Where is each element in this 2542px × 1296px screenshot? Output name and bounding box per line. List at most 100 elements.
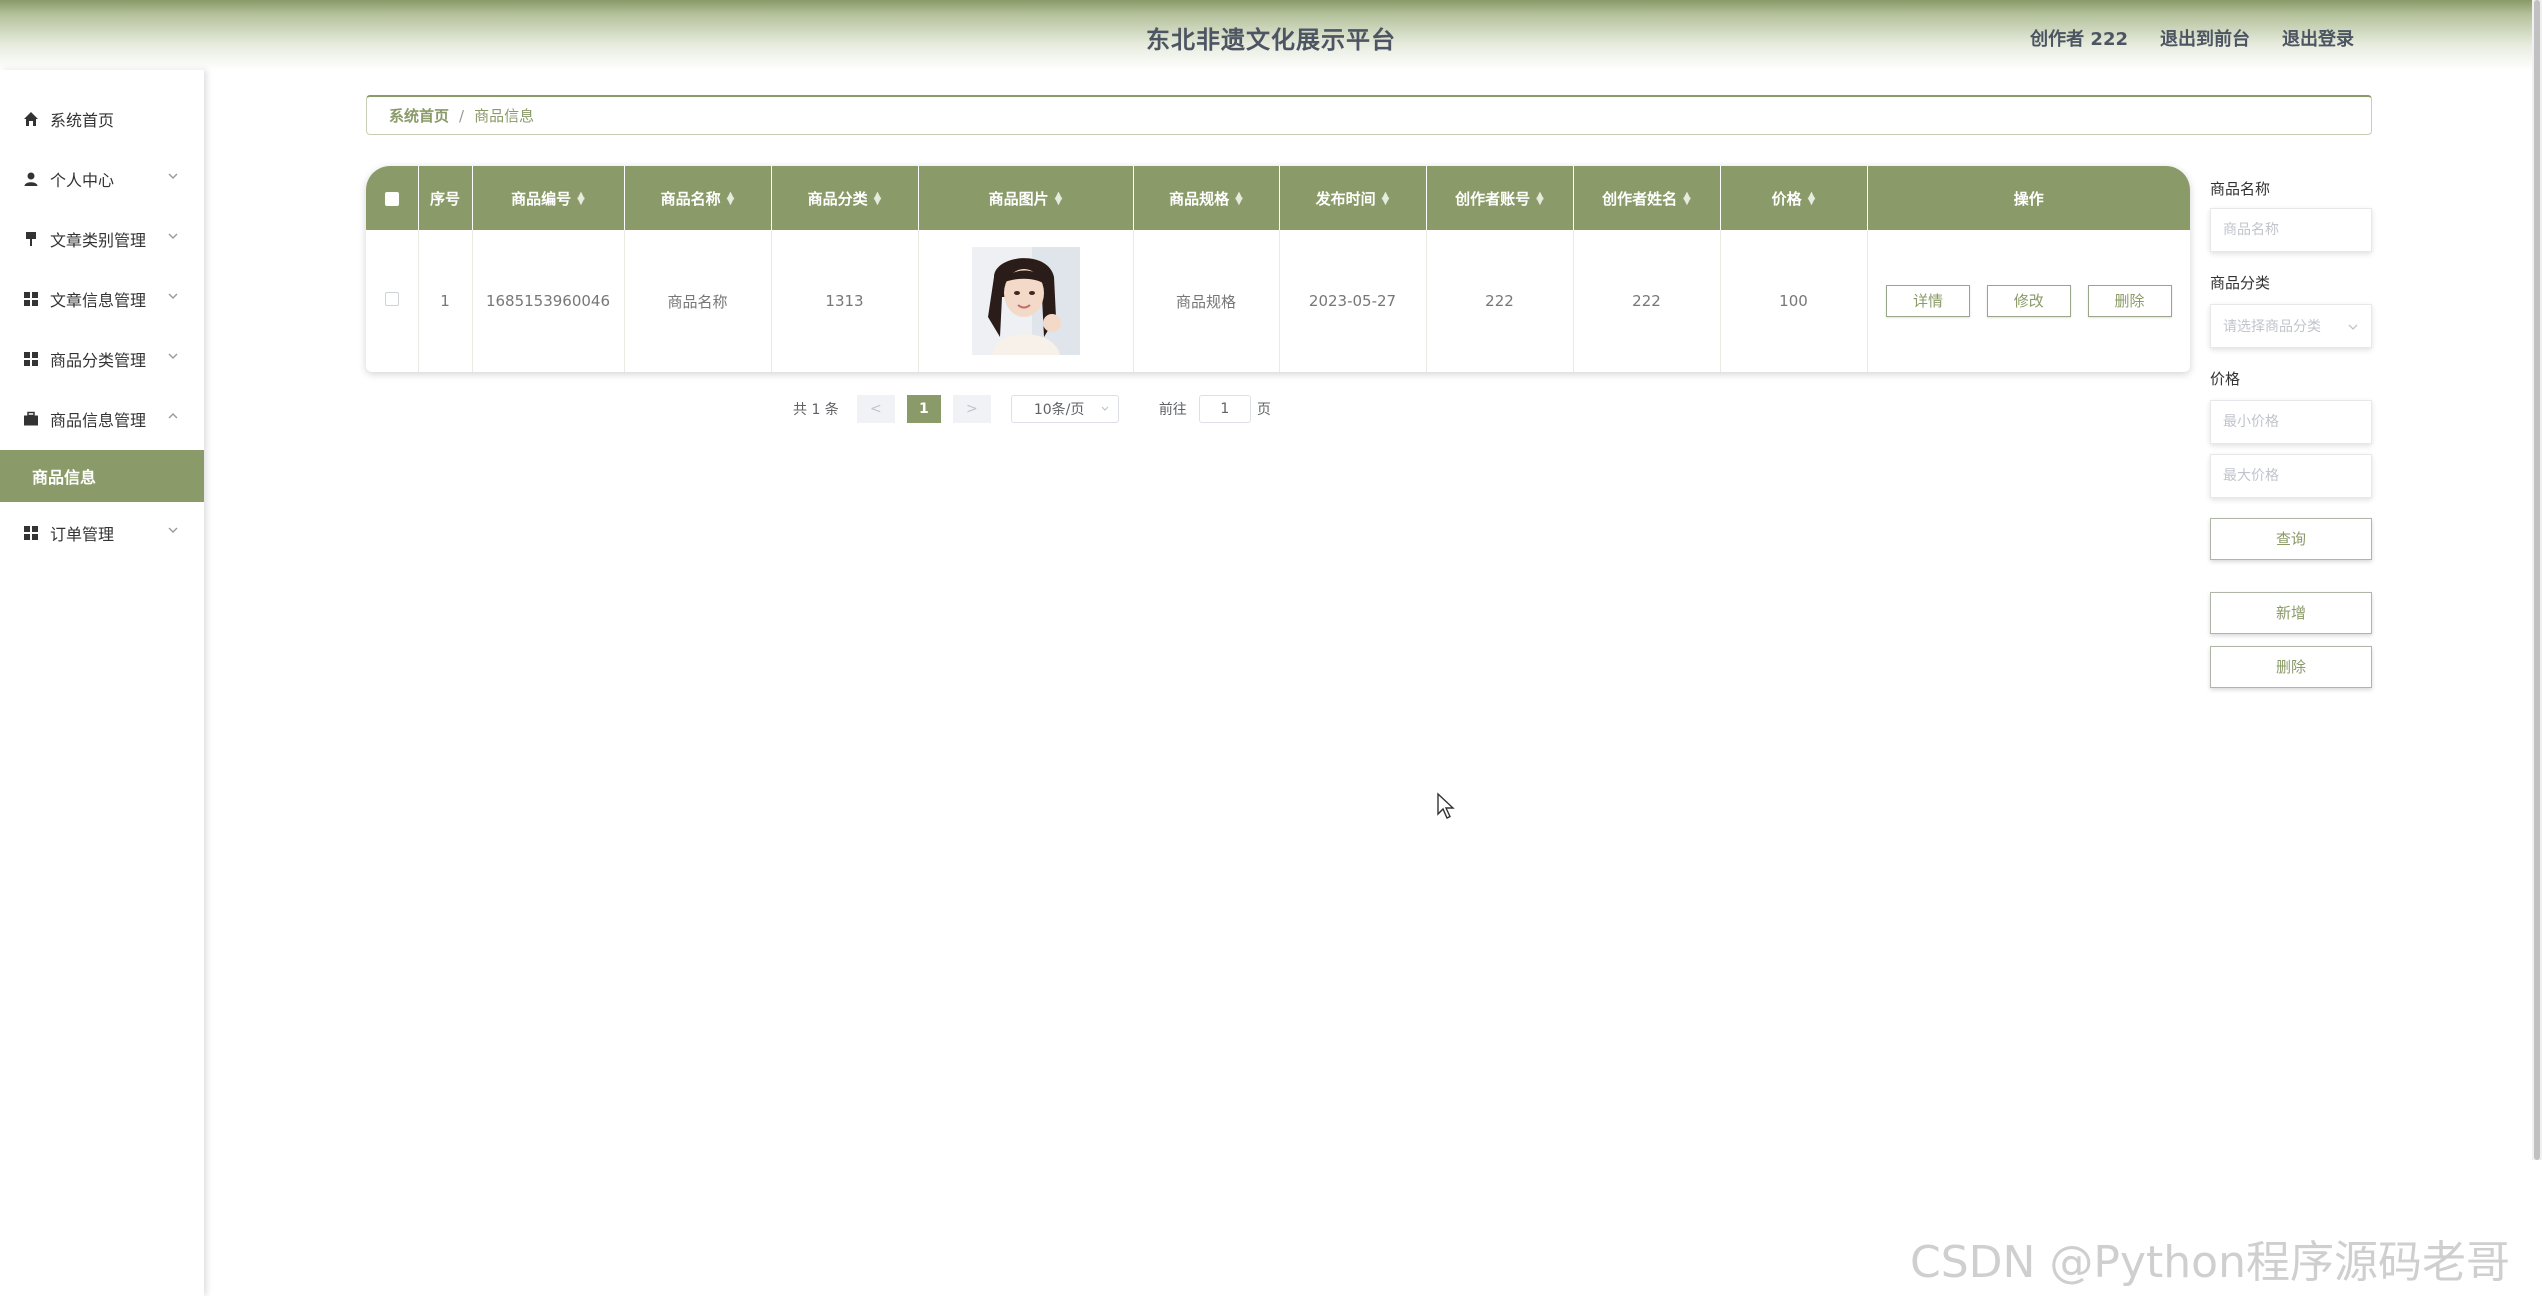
goto-page-input[interactable] (1198, 395, 1251, 423)
sidebar-item-label: 订单管理 (50, 525, 115, 544)
detail-button[interactable]: 详情 (1885, 285, 1970, 317)
back-to-front-link[interactable]: 退出到前台 (2160, 25, 2250, 51)
column-header-label: 商品分类 (807, 189, 868, 208)
cell-actions: 详情 修改 删除 (1867, 230, 2190, 372)
goto-suffix: 页 (1256, 402, 1271, 418)
next-page-button[interactable]: > (952, 395, 991, 423)
column-header-index: 序号 (418, 166, 473, 230)
sort-icon[interactable]: ▲ ▼ (1808, 191, 1816, 207)
user-icon (22, 170, 40, 188)
category-label: 商品分类 (2210, 274, 2271, 292)
chevron-down-icon (168, 233, 178, 239)
cell-spec: 商品规格 (1133, 230, 1280, 372)
select-all-checkbox[interactable] (366, 166, 419, 230)
breadcrumb-home[interactable]: 系统首页 (389, 105, 449, 126)
chevron-down-icon (2348, 324, 2358, 330)
table-header-row: 序号 商品编号 ▲ ▼ 商品名称 ▲ ▼ 商品分类 ▲ ▼ 商品图片 ▲ ▼ 商品规格 ▲ ▼ 发布… (366, 166, 2190, 230)
column-header-name[interactable]: 商品名称 ▲ ▼ (624, 166, 772, 230)
column-header-label: 创作者账号 (1455, 189, 1531, 208)
column-header-category[interactable]: 商品分类 ▲ ▼ (771, 166, 919, 230)
page-size-select[interactable]: 10条/页 (1010, 395, 1119, 423)
column-header-date[interactable]: 发布时间 ▲ ▼ (1279, 166, 1427, 230)
user-label: 创作者 222 (2030, 29, 2128, 50)
goto-prefix: 前往 (1158, 402, 1187, 418)
column-header-label: 商品图片 (988, 189, 1049, 208)
cell-date: 2023-05-27 (1279, 230, 1427, 372)
query-button[interactable]: 查询 (2210, 518, 2372, 560)
cell-account: 222 (1426, 230, 1574, 372)
page-size-value: 10条/页 (1033, 402, 1085, 418)
table-row: 1 1685153960046 商品名称 1313 商品规格 2023-05-2… (366, 230, 2190, 372)
sort-icon[interactable]: ▲ ▼ (1382, 191, 1390, 207)
row-checkbox[interactable] (384, 292, 399, 306)
sidebar-item-label: 个人中心 (50, 171, 115, 190)
sort-icon[interactable]: ▲ ▼ (874, 191, 882, 207)
min-price-input[interactable] (2210, 400, 2372, 444)
sort-icon[interactable]: ▲ ▼ (1235, 191, 1243, 207)
grid-icon (22, 290, 40, 308)
column-header-label: 商品名称 (660, 189, 721, 208)
cell-name: 商品名称 (624, 230, 772, 372)
sidebar-item-personal-center[interactable]: 个人中心 (0, 152, 204, 206)
column-header-code[interactable]: 商品编号 ▲ ▼ (472, 166, 625, 230)
briefcase-icon (22, 410, 40, 428)
scrollbar-thumb[interactable] (2534, 0, 2540, 1160)
cell-image (918, 230, 1134, 372)
edit-button[interactable]: 修改 (1986, 285, 2071, 317)
product-name-input[interactable] (2210, 208, 2372, 252)
sidebar-item-product-info[interactable]: 商品信息管理 (0, 392, 204, 446)
breadcrumb-separator: / (459, 106, 465, 125)
column-header-creator[interactable]: 创作者姓名 ▲ ▼ (1573, 166, 1721, 230)
price-label: 价格 (2210, 370, 2241, 388)
sidebar-subitem-product-info[interactable]: 商品信息 (0, 450, 204, 502)
sidebar-item-orders[interactable]: 订单管理 (0, 506, 204, 560)
sidebar-item-article-category[interactable]: 文章类别管理 (0, 212, 204, 266)
logout-link[interactable]: 退出登录 (2282, 25, 2354, 51)
sort-icon[interactable]: ▲ ▼ (1536, 191, 1544, 207)
breadcrumb-current: 商品信息 (474, 107, 535, 125)
chevron-down-icon (168, 173, 178, 179)
top-header: 东北非遗文化展示平台 创作者 222 退出到前台 退出登录 (0, 0, 2542, 70)
column-header-account[interactable]: 创作者账号 ▲ ▼ (1426, 166, 1574, 230)
sidebar: 系统首页 个人中心 文章类别管理 文章信息管理 商品分类管理 商品信息管理 商品… (0, 70, 204, 1296)
column-header-label: 创作者姓名 (1602, 189, 1678, 208)
column-header-label: 商品编号 (511, 189, 572, 208)
checkbox-box[interactable] (384, 191, 399, 206)
sidebar-item-label: 系统首页 (50, 111, 115, 130)
column-header-label: 操作 (2013, 189, 2044, 208)
column-header-label: 价格 (1771, 189, 1802, 208)
home-icon (22, 110, 40, 128)
category-select[interactable]: 请选择商品分类 (2210, 304, 2372, 348)
sidebar-item-home[interactable]: 系统首页 (0, 92, 204, 146)
sidebar-item-product-category[interactable]: 商品分类管理 (0, 332, 204, 386)
grid-icon (22, 350, 40, 368)
chevron-down-icon (168, 353, 178, 359)
sidebar-item-article-info[interactable]: 文章信息管理 (0, 272, 204, 326)
column-header-image[interactable]: 商品图片 ▲ ▼ (918, 166, 1134, 230)
delete-row-button[interactable]: 删除 (2087, 285, 2172, 317)
page-number-1[interactable]: 1 (906, 395, 941, 423)
product-image[interactable] (971, 247, 1080, 355)
sort-icon[interactable]: ▲ ▼ (1683, 191, 1691, 207)
column-header-spec[interactable]: 商品规格 ▲ ▼ (1133, 166, 1280, 230)
sidebar-item-label: 文章信息管理 (50, 291, 147, 310)
row-checkbox-cell (366, 230, 419, 372)
chevron-up-icon (168, 413, 178, 419)
column-header-label: 序号 (429, 189, 460, 208)
prev-page-button[interactable]: < (856, 395, 895, 423)
chevron-down-icon (1101, 406, 1109, 411)
sort-icon[interactable]: ▲ ▼ (727, 191, 735, 207)
sort-icon[interactable]: ▲ ▼ (1055, 191, 1063, 207)
pagination: 共 1 条 < 1 > 10条/页 前往 页 (793, 394, 1271, 424)
cell-creator: 222 (1573, 230, 1721, 372)
cell-category: 1313 (771, 230, 919, 372)
column-header-label: 发布时间 (1315, 189, 1376, 208)
column-header-price[interactable]: 价格 ▲ ▼ (1720, 166, 1868, 230)
sort-icon[interactable]: ▲ ▼ (577, 191, 585, 207)
max-price-input[interactable] (2210, 454, 2372, 498)
add-button[interactable]: 新增 (2210, 592, 2372, 634)
breadcrumb: 系统首页 / 商品信息 (366, 95, 2372, 135)
pagination-total: 共 1 条 (793, 402, 839, 418)
page-scrollbar[interactable] (2532, 0, 2542, 1160)
batch-delete-button[interactable]: 删除 (2210, 646, 2372, 688)
